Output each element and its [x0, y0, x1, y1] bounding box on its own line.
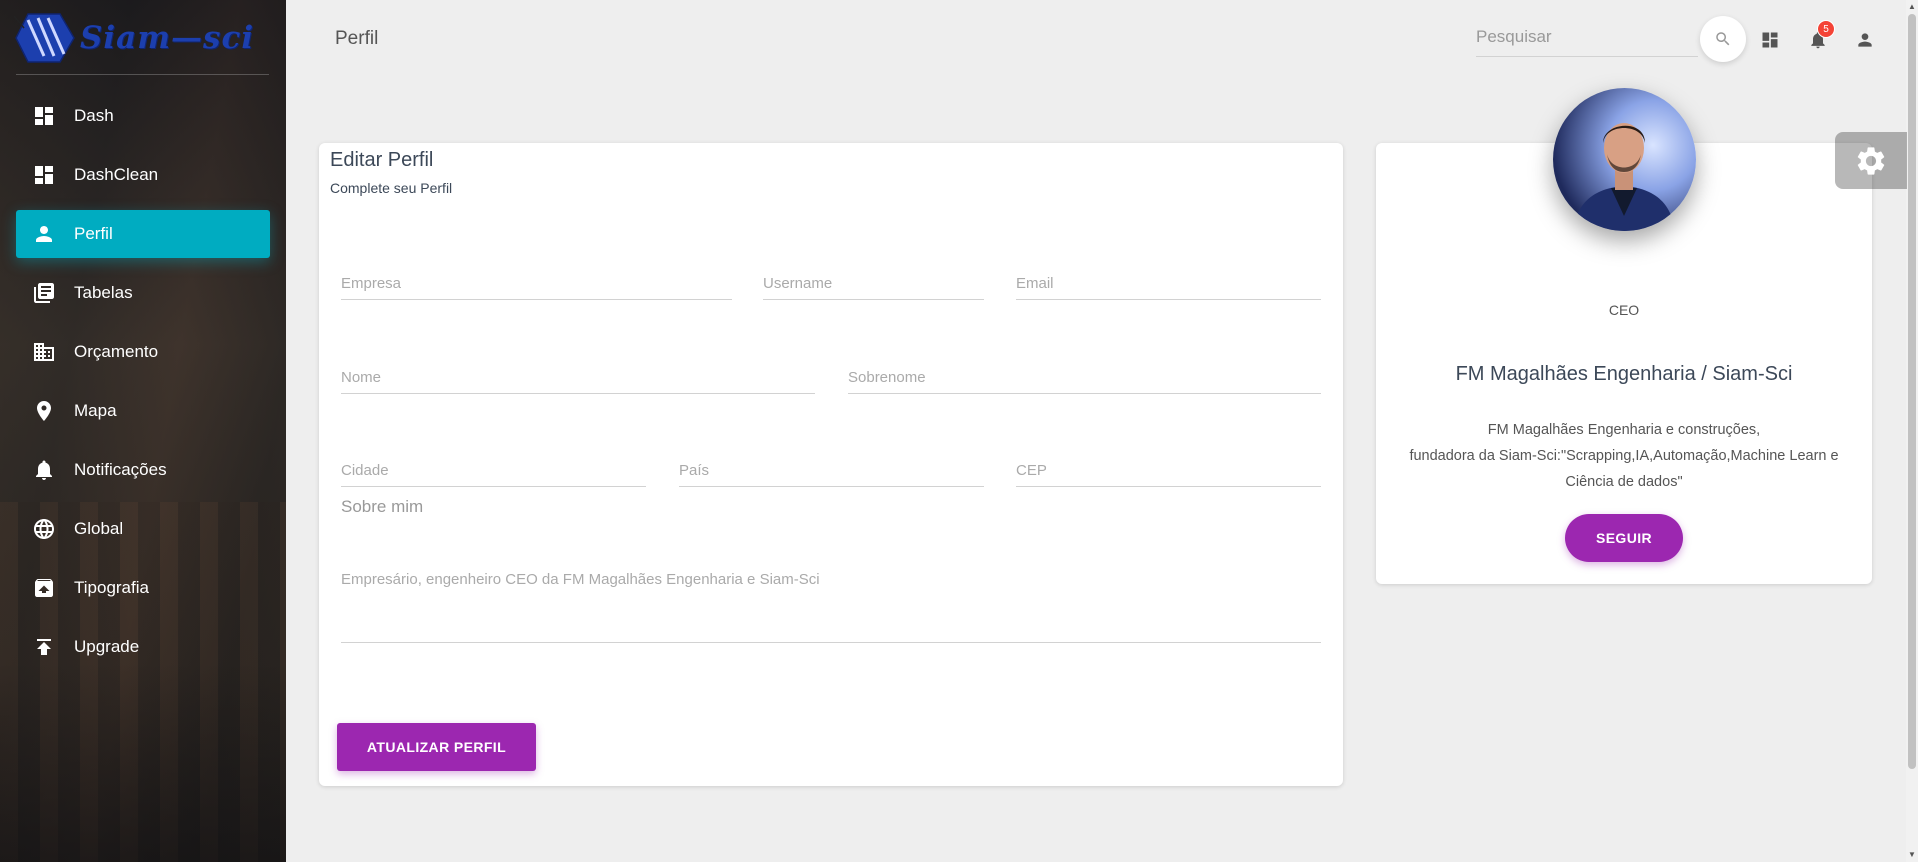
cep-input[interactable]	[1016, 451, 1321, 483]
empresa-field	[341, 264, 732, 300]
sidebar-item-orcamento[interactable]: Orçamento	[16, 328, 270, 376]
business-icon	[32, 340, 56, 364]
sidebar-item-label: Tabelas	[74, 283, 133, 302]
notification-badge: 5	[1817, 20, 1835, 38]
sidebar-item-mapa[interactable]: Mapa	[16, 387, 270, 435]
scroll-up-icon[interactable]: ▲	[1908, 2, 1916, 12]
sidebar-item-tabelas[interactable]: Tabelas	[16, 269, 270, 317]
brand-logo-icon	[14, 13, 75, 63]
follow-button[interactable]: SEGUIR	[1565, 514, 1683, 562]
cidade-input[interactable]	[341, 451, 646, 483]
card-subtitle: Complete seu Perfil	[330, 180, 453, 196]
page-title: Perfil	[335, 28, 379, 49]
profile-description: FM Magalhães Engenharia e construções, f…	[1396, 417, 1852, 495]
username-input[interactable]	[763, 264, 984, 296]
about-field	[341, 563, 1321, 643]
bell-icon	[32, 458, 56, 482]
username-field	[763, 264, 984, 300]
profile-company: FM Magalhães Engenharia / Siam-Sci	[1455, 363, 1793, 385]
update-profile-button[interactable]: ATUALIZAR PERFIL	[337, 723, 536, 771]
dashboard-icon	[32, 163, 56, 187]
brand-logo[interactable]: Siam—sci	[14, 8, 274, 68]
search-icon	[1716, 32, 1730, 46]
profile-description-line: fundadora da Siam-Sci:"Scrapping,IA,Auto…	[1409, 448, 1839, 464]
scroll-down-icon[interactable]: ▼	[1908, 850, 1916, 860]
empresa-input[interactable]	[341, 264, 732, 296]
sidebar-item-dashclean[interactable]: DashClean	[16, 151, 270, 199]
sobrenome-input[interactable]	[848, 358, 1321, 390]
sidebar-item-upgrade[interactable]: Upgrade	[16, 623, 270, 671]
scrollbar[interactable]: ▲ ▼	[1906, 0, 1918, 862]
sidebar-item-tipografia[interactable]: Tipografia	[16, 564, 270, 612]
sidebar-item-perfil[interactable]: Perfil	[16, 210, 270, 258]
sidebar-item-notificacoes[interactable]: Notificações	[16, 446, 270, 494]
profile-description-line: Ciência de dados"	[1565, 474, 1683, 490]
sidebar-item-label: Mapa	[74, 401, 117, 420]
sidebar: Siam—sci Dash DashClean Perfil Tabelas O…	[0, 0, 286, 862]
sidebar-item-label: Notificações	[74, 460, 167, 479]
pais-field	[679, 451, 984, 487]
sidebar-item-global[interactable]: Global	[16, 505, 270, 553]
sidebar-nav: Dash DashClean Perfil Tabelas Orçamento	[16, 92, 270, 682]
scroll-thumb[interactable]	[1908, 14, 1916, 769]
sidebar-divider	[16, 74, 269, 75]
sobrenome-field	[848, 358, 1321, 394]
unarchive-icon	[32, 576, 56, 600]
sidebar-item-label: Upgrade	[74, 637, 140, 656]
globe-icon	[32, 517, 56, 541]
nome-field	[341, 358, 815, 394]
sidebar-item-label: Dash	[74, 106, 114, 125]
pais-input[interactable]	[679, 451, 984, 483]
cep-field	[1016, 451, 1321, 487]
settings-button[interactable]	[1835, 132, 1907, 189]
search-field	[1476, 20, 1698, 57]
search-input[interactable]	[1476, 20, 1698, 54]
edit-profile-card: Editar Perfil Complete seu Perfil Sobre …	[319, 143, 1343, 786]
gear-icon	[1857, 146, 1885, 175]
sidebar-item-label: Tipografia	[74, 578, 149, 597]
avatar-image	[1553, 88, 1696, 231]
library-books-icon	[32, 281, 56, 305]
dashboard-icon	[32, 104, 56, 128]
person-icon	[1858, 33, 1872, 47]
search-button[interactable]	[1700, 16, 1746, 62]
avatar	[1553, 88, 1696, 231]
about-textarea[interactable]	[341, 563, 1321, 641]
dashboard-button[interactable]	[1756, 26, 1784, 54]
dashboard-icon	[1762, 32, 1778, 48]
sidebar-item-dash[interactable]: Dash	[16, 92, 270, 140]
sidebar-item-label: Perfil	[74, 224, 113, 243]
location-icon	[32, 399, 56, 423]
nome-input[interactable]	[341, 358, 815, 390]
upload-icon	[32, 635, 56, 659]
sidebar-item-label: DashClean	[74, 165, 159, 184]
card-title: Editar Perfil	[330, 149, 434, 171]
brand-name: Siam—sci	[80, 20, 255, 56]
profile-role: CEO	[1608, 302, 1640, 318]
about-label: Sobre mim	[341, 497, 424, 516]
user-account-button[interactable]	[1851, 26, 1879, 54]
cidade-field	[341, 451, 646, 487]
email-input[interactable]	[1016, 264, 1321, 296]
sidebar-item-label: Global	[74, 519, 124, 538]
sidebar-item-label: Orçamento	[74, 342, 159, 361]
profile-description-line: FM Magalhães Engenharia e construções,	[1487, 422, 1761, 438]
person-icon	[32, 222, 56, 246]
email-field	[1016, 264, 1321, 300]
